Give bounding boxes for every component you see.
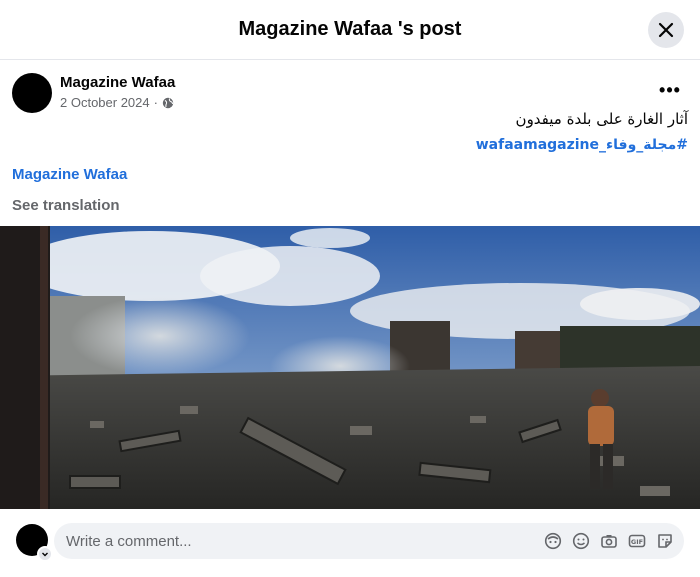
camera-icon[interactable] [600,532,618,550]
destruction-photo [0,226,700,509]
page-link[interactable]: Magazine Wafaa [12,166,127,183]
post-photo[interactable] [0,226,700,509]
chevron-down-icon [42,552,48,557]
more-icon: ••• [659,79,681,100]
hashtag-link[interactable]: #مجلة_وفاء_wafaamagazine [476,137,688,153]
emoji-icon[interactable] [572,532,590,550]
svg-text:GIF: GIF [631,538,643,546]
avatar-sticker-icon[interactable] [544,532,562,550]
author-avatar[interactable] [12,73,52,113]
comment-placeholder: Write a comment... [66,532,192,550]
gif-icon[interactable]: GIF [628,532,646,550]
comment-input[interactable]: Write a comment... GIF [54,523,684,559]
globe-icon [162,97,174,108]
sticker-icon[interactable] [656,532,674,550]
author-name[interactable]: Magazine Wafaa [60,74,175,91]
close-button[interactable] [648,12,684,48]
dialog-header: Magazine Wafaa 's post [0,0,700,60]
post-text: آثار الغارة على بلدة ميفدون [515,110,688,128]
comment-actions: GIF [544,523,674,559]
post-meta: 2 October 2024 · [60,95,174,110]
meta-separator: · [153,95,158,110]
close-icon [658,22,674,38]
more-options-button[interactable]: ••• [658,78,682,102]
dialog-title: Magazine Wafaa 's post [238,18,462,40]
see-translation-link[interactable]: See translation [12,197,120,214]
post-date[interactable]: 2 October 2024 [60,95,150,110]
account-switch-badge[interactable] [37,546,53,562]
